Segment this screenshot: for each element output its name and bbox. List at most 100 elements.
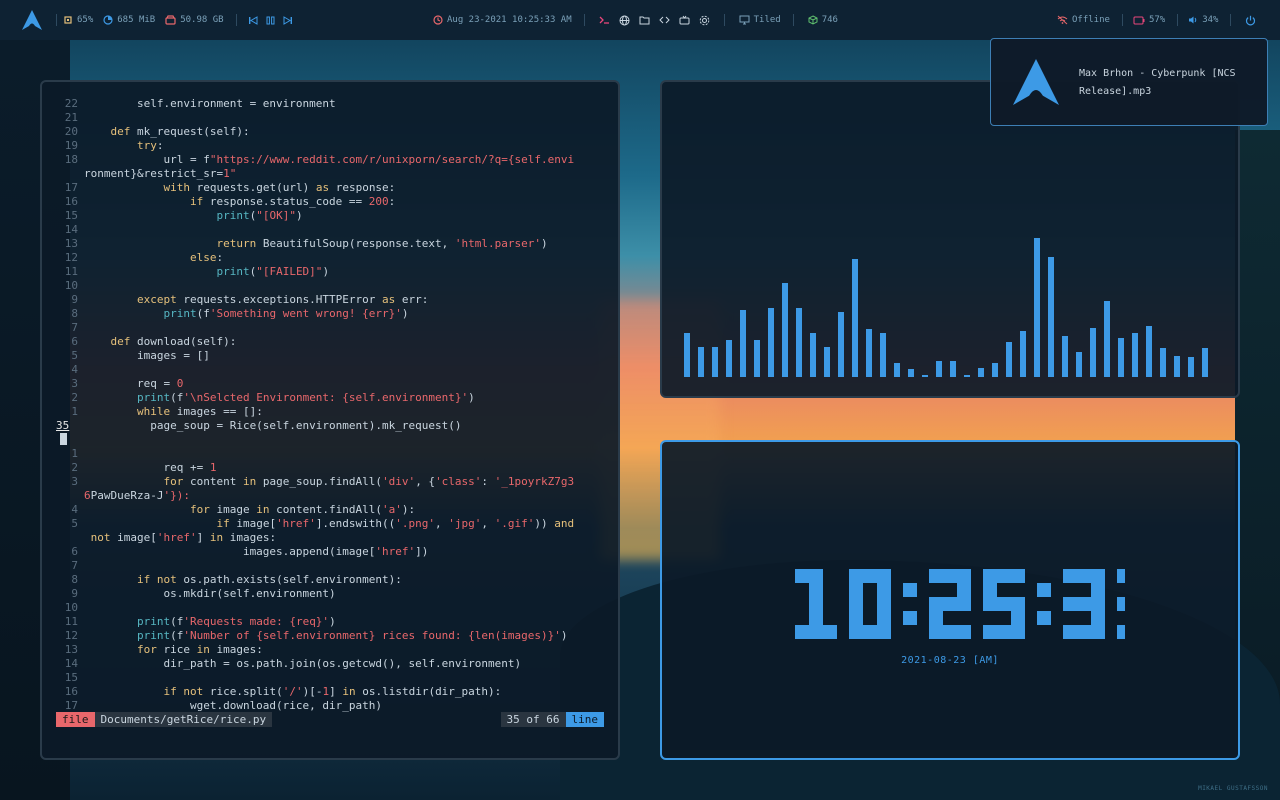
code-line[interactable]: 6 images.append(image['href']) bbox=[56, 545, 606, 559]
code-line[interactable]: 13 for rice in images: bbox=[56, 643, 606, 657]
clock-digit-pixel bbox=[1063, 625, 1077, 639]
next-icon[interactable] bbox=[283, 15, 292, 25]
code-line[interactable]: 15 bbox=[56, 671, 606, 685]
arch-logo-icon[interactable] bbox=[22, 10, 42, 33]
code-line[interactable]: 6PawDueRza-J'}): bbox=[56, 489, 606, 503]
code-line[interactable]: 1 while images == []: bbox=[56, 405, 606, 419]
code-line[interactable]: 22 self.environment = environment bbox=[56, 97, 606, 111]
code-line[interactable]: 9 except requests.exceptions.HTTPError a… bbox=[56, 293, 606, 307]
line-text bbox=[78, 559, 84, 573]
line-text: url = f"https://www.reddit.com/r/unixpor… bbox=[84, 153, 575, 166]
code-line[interactable]: ronment}&restrict_sr=1" bbox=[56, 167, 606, 181]
clock-digit-pixel bbox=[795, 625, 809, 639]
code-line[interactable]: 2 req += 1 bbox=[56, 461, 606, 475]
tv-icon[interactable] bbox=[679, 15, 690, 25]
clock-digit-pixel bbox=[929, 625, 943, 639]
layout-widget[interactable]: Tiled bbox=[739, 15, 781, 25]
code-line[interactable]: 8 if not os.path.exists(self.environment… bbox=[56, 573, 606, 587]
code-line[interactable]: 3 req = 0 bbox=[56, 377, 606, 391]
visualizer-bar bbox=[880, 333, 886, 377]
clock-digit-pixel bbox=[983, 597, 997, 611]
code-line[interactable]: 13 return BeautifulSoup(response.text, '… bbox=[56, 237, 606, 251]
power-icon[interactable] bbox=[1245, 15, 1256, 26]
code-line-current[interactable]: 35 page_soup = Rice(self.environment).mk… bbox=[56, 419, 606, 447]
clock-digit-pixel bbox=[1091, 583, 1105, 597]
line-number: 15 bbox=[64, 209, 78, 222]
clock-window[interactable]: 2021-08-23 [AM] bbox=[660, 440, 1240, 760]
code-line[interactable]: 14 dir_path = os.path.join(os.getcwd(), … bbox=[56, 657, 606, 671]
line-text bbox=[78, 671, 84, 685]
code-line[interactable]: 11 print("[FAILED]") bbox=[56, 265, 606, 279]
clock-digit-pixel bbox=[863, 625, 877, 639]
code-line[interactable]: 20 def mk_request(self): bbox=[56, 125, 606, 139]
packages-widget[interactable]: 746 bbox=[808, 15, 838, 25]
clock-digit-pixel bbox=[849, 597, 863, 611]
code-line[interactable]: 12 print(f'Number of {self.environment} … bbox=[56, 629, 606, 643]
code-line[interactable]: 7 bbox=[56, 321, 606, 335]
code-line[interactable]: 12 else: bbox=[56, 251, 606, 265]
code-icon[interactable] bbox=[658, 15, 670, 25]
code-line[interactable]: 5 if image['href'].endswith(('.png', 'jp… bbox=[56, 517, 606, 531]
code-line[interactable]: 1 bbox=[56, 447, 606, 461]
code-line[interactable]: 17 with requests.get(url) as response: bbox=[56, 181, 606, 195]
code-line[interactable]: not image['href'] in images: bbox=[56, 531, 606, 545]
clock-colon-dot bbox=[1037, 611, 1051, 625]
code-line[interactable]: 7 bbox=[56, 559, 606, 573]
code-line[interactable]: 5 images = [] bbox=[56, 349, 606, 363]
separator bbox=[1230, 14, 1232, 26]
disk-widget[interactable]: 50.98 GB bbox=[165, 15, 224, 25]
code-line[interactable]: 11 print(f'Requests made: {req}') bbox=[56, 615, 606, 629]
globe-icon[interactable] bbox=[619, 15, 630, 26]
folder-icon[interactable] bbox=[639, 15, 650, 25]
line-text: images.append(image['href']) bbox=[84, 545, 429, 558]
visualizer-bar bbox=[712, 347, 718, 377]
code-line[interactable]: 15 print("[OK]") bbox=[56, 209, 606, 223]
cpu-widget[interactable]: 65% bbox=[63, 15, 93, 25]
clock-colon-dot bbox=[903, 611, 917, 625]
code-line[interactable]: 14 bbox=[56, 223, 606, 237]
code-line[interactable]: 17 wget.download(rice, dir_path) bbox=[56, 699, 606, 713]
network-widget[interactable]: Offline bbox=[1057, 15, 1110, 25]
ram-usage: 685 MiB bbox=[117, 15, 156, 25]
previous-icon[interactable] bbox=[248, 15, 258, 25]
code-line[interactable]: 4 for image in content.findAll('a'): bbox=[56, 503, 606, 517]
code-line[interactable]: 16 if response.status_code == 200: bbox=[56, 195, 606, 209]
separator bbox=[723, 14, 725, 26]
editor-window[interactable]: 22 self.environment = environment 21 20 de… bbox=[40, 80, 620, 760]
code-view[interactable]: 22 self.environment = environment 21 20 de… bbox=[56, 97, 606, 727]
line-text: else: bbox=[189, 251, 224, 264]
datetime-widget[interactable]: Aug 23-2021 10:25:33 AM bbox=[433, 15, 572, 25]
battery-widget[interactable]: 57% bbox=[1133, 15, 1165, 25]
code-line[interactable]: 10 bbox=[56, 601, 606, 615]
code-line[interactable]: 2 print(f'\nSelcted Environment: {self.e… bbox=[56, 391, 606, 405]
code-line[interactable]: 10 bbox=[56, 279, 606, 293]
code-line[interactable]: 16 if not rice.split('/')[-1] in os.list… bbox=[56, 685, 606, 699]
code-line[interactable]: 18 url = f"https://www.reddit.com/r/unix… bbox=[56, 153, 606, 167]
audio-visualizer-window[interactable] bbox=[660, 80, 1240, 398]
line-number: 14 bbox=[64, 657, 78, 670]
code-line[interactable]: 19 try: bbox=[56, 139, 606, 153]
code-line[interactable]: 4 bbox=[56, 363, 606, 377]
line-text: images = [] bbox=[84, 349, 210, 362]
pause-icon[interactable] bbox=[266, 16, 275, 25]
line-number: 5 bbox=[71, 349, 78, 362]
visualizer-bar bbox=[978, 368, 984, 377]
separator bbox=[1177, 14, 1179, 26]
code-line[interactable]: 9 os.mkdir(self.environment) bbox=[56, 587, 606, 601]
volume-widget[interactable]: 34% bbox=[1188, 15, 1218, 25]
line-number: 14 bbox=[64, 223, 78, 236]
settings-gear-icon[interactable] bbox=[699, 15, 710, 26]
clock-digit-pixel bbox=[997, 569, 1011, 583]
ram-widget[interactable]: 685 MiB bbox=[103, 15, 155, 25]
terminal-icon[interactable] bbox=[599, 15, 610, 25]
status-position: 35 of 66 bbox=[500, 712, 566, 727]
line-number: 9 bbox=[71, 587, 78, 600]
code-line[interactable]: 21 bbox=[56, 111, 606, 125]
code-line[interactable]: 8 print(f'Something went wrong! {err}') bbox=[56, 307, 606, 321]
line-number: 1 bbox=[71, 405, 78, 418]
line-number: 16 bbox=[64, 195, 78, 208]
clock-digit-pixel bbox=[1011, 611, 1025, 625]
now-playing-notification[interactable]: Max Brhon - Cyberpunk [NCS Release].mp3 bbox=[990, 38, 1268, 126]
code-line[interactable]: 3 for content in page_soup.findAll('div'… bbox=[56, 475, 606, 489]
code-line[interactable]: 6 def download(self): bbox=[56, 335, 606, 349]
